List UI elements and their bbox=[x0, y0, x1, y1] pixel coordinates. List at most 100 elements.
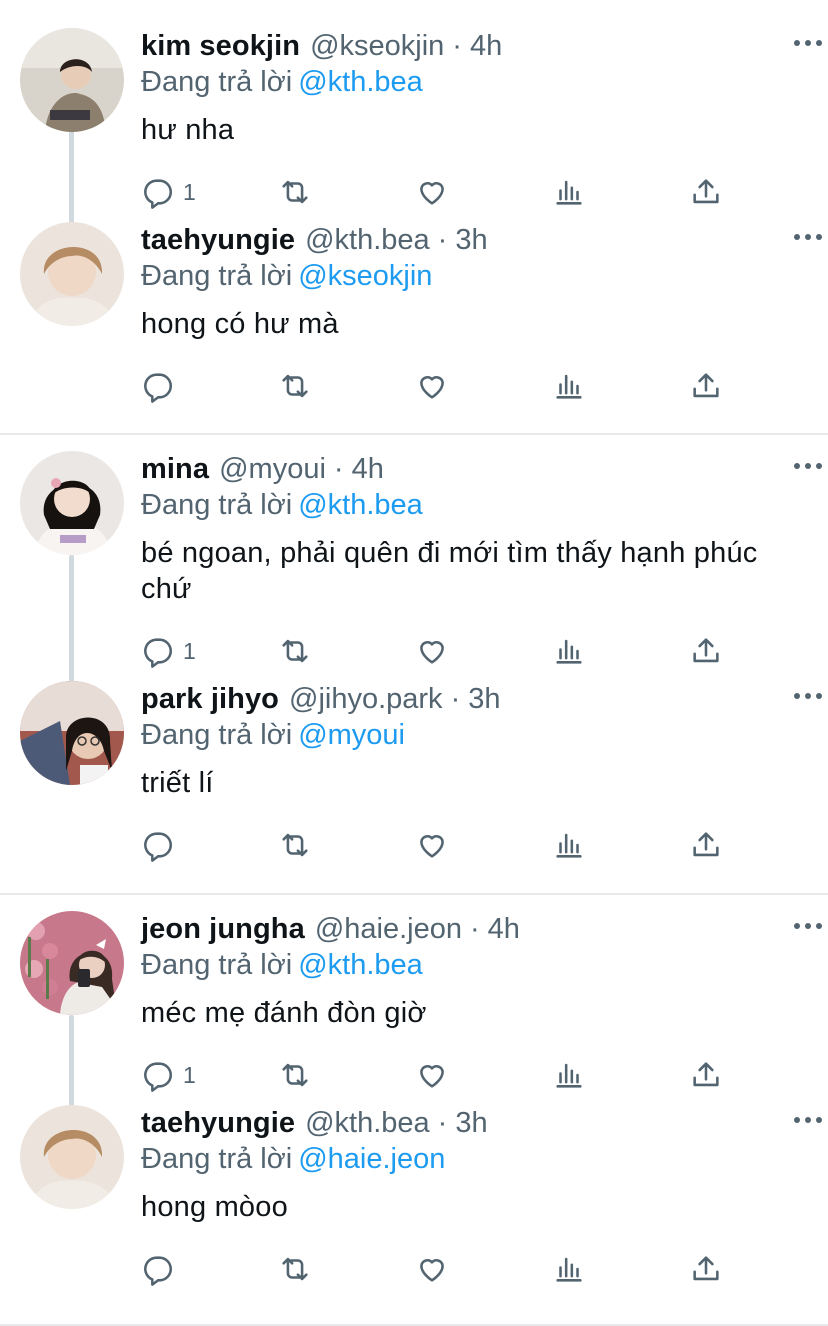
avatar[interactable] bbox=[20, 911, 124, 1015]
replying-to: Đang trả lời @haie.jeon bbox=[141, 1141, 826, 1177]
mention-link[interactable]: @kseokjin bbox=[298, 260, 432, 292]
reply-button[interactable]: 1 bbox=[141, 631, 278, 671]
share-icon bbox=[693, 373, 719, 398]
like-button[interactable] bbox=[415, 172, 552, 212]
avatar[interactable] bbox=[20, 681, 124, 785]
views-icon bbox=[556, 639, 582, 664]
share-button[interactable] bbox=[689, 631, 826, 671]
more-icon[interactable] bbox=[794, 234, 822, 242]
views-button[interactable] bbox=[552, 631, 689, 671]
user-handle[interactable]: @haie.jeon bbox=[315, 911, 462, 947]
conversation-block: mina @myoui · 4h Đang trả lời @kth.bea bé… bbox=[0, 435, 828, 895]
retweet-button[interactable] bbox=[278, 825, 415, 865]
mention-link[interactable]: @kth.bea bbox=[298, 489, 423, 521]
retweet-button[interactable] bbox=[278, 631, 415, 671]
display-name[interactable]: jeon jungha bbox=[141, 911, 305, 947]
more-icon[interactable] bbox=[794, 1117, 822, 1125]
separator-dot: · bbox=[450, 683, 461, 715]
replying-to-label: Đang trả lời bbox=[141, 719, 293, 751]
timestamp[interactable]: 3h bbox=[455, 1105, 487, 1141]
retweet-button[interactable] bbox=[278, 1249, 415, 1289]
share-button[interactable] bbox=[689, 1249, 826, 1289]
action-bar: 1 bbox=[141, 631, 826, 671]
reply-button[interactable]: 1 bbox=[141, 1055, 278, 1095]
tweet[interactable]: jeon jungha @haie.jeon · 4h Đang trả lời… bbox=[0, 895, 828, 1095]
display-name[interactable]: taehyungie bbox=[141, 222, 295, 258]
reply-button[interactable] bbox=[141, 366, 278, 406]
share-button[interactable] bbox=[689, 366, 826, 406]
views-button[interactable] bbox=[552, 172, 689, 212]
avatar[interactable] bbox=[20, 1105, 124, 1209]
reply-icon bbox=[144, 832, 172, 862]
user-handle[interactable]: @kth.bea bbox=[305, 1105, 430, 1141]
user-handle[interactable]: @kth.bea bbox=[305, 222, 430, 258]
views-button[interactable] bbox=[552, 1249, 689, 1289]
share-icon bbox=[693, 179, 719, 204]
share-button[interactable] bbox=[689, 172, 826, 212]
timestamp[interactable]: 4h bbox=[470, 28, 502, 64]
thread-connector bbox=[69, 1015, 74, 1115]
replying-to: Đang trả lời @kseokjin bbox=[141, 258, 826, 294]
retweet-button[interactable] bbox=[278, 1055, 415, 1095]
tweet[interactable]: park jihyo @jihyo.park · 3h Đang trả lời… bbox=[0, 671, 828, 865]
more-icon[interactable] bbox=[794, 463, 822, 471]
display-name[interactable]: kim seokjin bbox=[141, 28, 300, 64]
more-icon[interactable] bbox=[794, 923, 822, 931]
user-handle[interactable]: @myoui bbox=[219, 451, 326, 487]
timestamp[interactable]: 4h bbox=[352, 451, 384, 487]
user-handle[interactable]: @jihyo.park bbox=[289, 681, 443, 717]
avatar[interactable] bbox=[20, 451, 124, 555]
like-icon bbox=[420, 1065, 444, 1088]
tweet[interactable]: taehyungie @kth.bea · 3h Đang trả lời @ha… bbox=[0, 1095, 828, 1289]
like-button[interactable] bbox=[415, 1055, 552, 1095]
retweet-button[interactable] bbox=[278, 366, 415, 406]
separator-dot: · bbox=[437, 1107, 448, 1139]
tweet-text: hư nha bbox=[141, 114, 235, 146]
mention-link[interactable]: @myoui bbox=[298, 719, 405, 751]
like-button[interactable] bbox=[415, 825, 552, 865]
tweet[interactable]: kim seokjin @kseokjin · 4h Đang trả lời @… bbox=[0, 0, 828, 212]
share-button[interactable] bbox=[689, 1055, 826, 1095]
reply-icon bbox=[144, 373, 172, 403]
action-bar: 1 bbox=[141, 172, 826, 212]
display-name[interactable]: taehyungie bbox=[141, 1105, 295, 1141]
views-button[interactable] bbox=[552, 1055, 689, 1095]
mention-link[interactable]: @haie.jeon bbox=[298, 1143, 445, 1175]
user-handle[interactable]: @kseokjin bbox=[310, 28, 444, 64]
retweet-icon bbox=[282, 1063, 308, 1087]
more-icon[interactable] bbox=[794, 693, 822, 701]
tweet-text: hong mòoo bbox=[141, 1191, 288, 1223]
views-button[interactable] bbox=[552, 825, 689, 865]
separator-dot: · bbox=[452, 30, 462, 62]
reply-button[interactable] bbox=[141, 1249, 278, 1289]
retweet-button[interactable] bbox=[278, 172, 415, 212]
like-button[interactable] bbox=[415, 631, 552, 671]
reply-button[interactable] bbox=[141, 825, 278, 865]
display-name[interactable]: park jihyo bbox=[141, 681, 279, 717]
action-bar bbox=[141, 366, 826, 406]
mention-link[interactable]: @kth.bea bbox=[298, 66, 423, 98]
avatar[interactable] bbox=[20, 222, 124, 326]
timestamp[interactable]: 4h bbox=[488, 911, 520, 947]
more-icon[interactable] bbox=[794, 40, 822, 48]
reply-button[interactable]: 1 bbox=[141, 172, 278, 212]
avatar[interactable] bbox=[20, 28, 124, 132]
timestamp[interactable]: 3h bbox=[468, 681, 500, 717]
separator-dot: · bbox=[469, 913, 480, 945]
share-button[interactable] bbox=[689, 825, 826, 865]
tweet[interactable]: mina @myoui · 4h Đang trả lời @kth.bea bé… bbox=[0, 435, 828, 671]
replying-to: Đang trả lời @kth.bea bbox=[141, 487, 826, 523]
thread-connector bbox=[69, 555, 74, 695]
replying-to-label: Đang trả lời bbox=[141, 66, 293, 98]
like-button[interactable] bbox=[415, 366, 552, 406]
reply-count: 1 bbox=[183, 1061, 196, 1088]
tweet-text: bé ngoan, phải quên đi mới tìm thấy hạnh… bbox=[141, 537, 758, 605]
tweet[interactable]: taehyungie @kth.bea · 3h Đang trả lời @ks… bbox=[0, 212, 828, 406]
timestamp[interactable]: 3h bbox=[455, 222, 487, 258]
display-name[interactable]: mina bbox=[141, 451, 209, 487]
views-button[interactable] bbox=[552, 366, 689, 406]
like-button[interactable] bbox=[415, 1249, 552, 1289]
views-icon bbox=[556, 374, 582, 399]
retweet-icon bbox=[282, 180, 308, 204]
mention-link[interactable]: @kth.bea bbox=[298, 949, 423, 981]
